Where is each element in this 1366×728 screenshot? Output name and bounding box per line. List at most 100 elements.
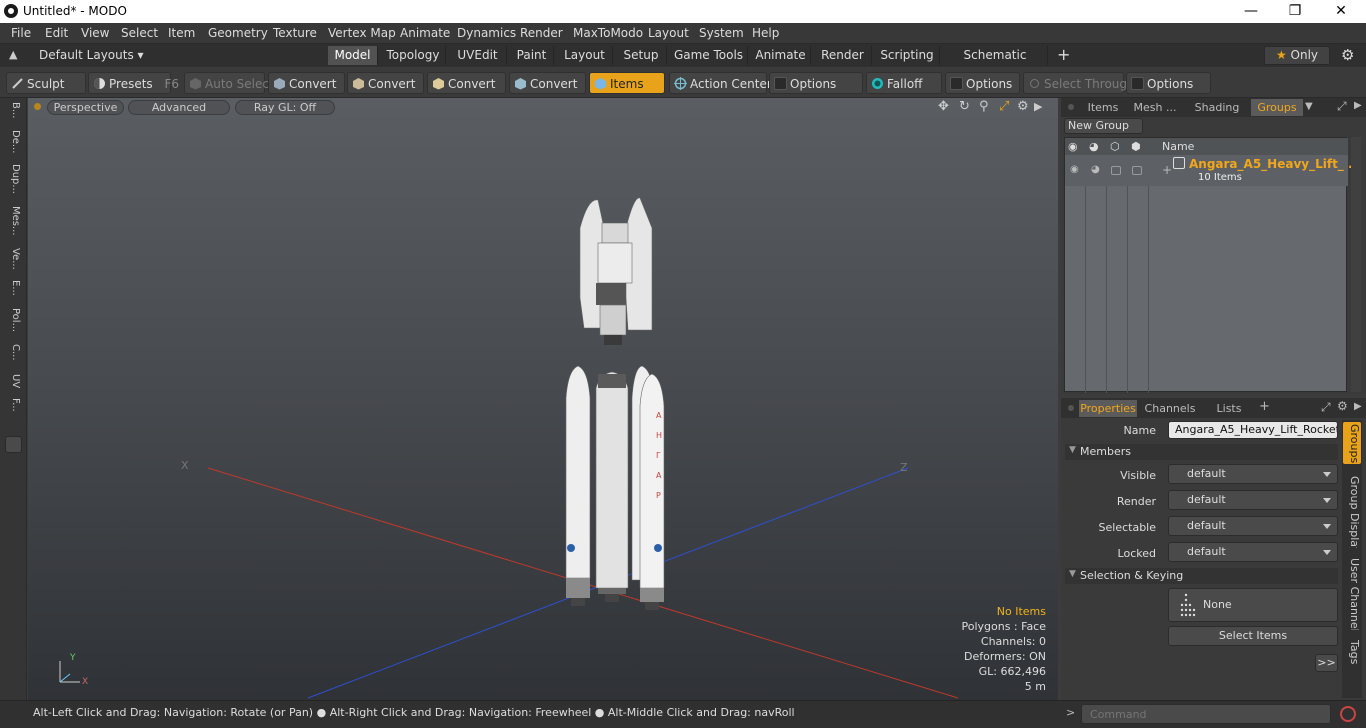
select-through-button[interactable]: Select Through xyxy=(1023,72,1135,94)
tab-uvedit[interactable]: UVEdit xyxy=(449,46,507,65)
menu-item[interactable]: Item xyxy=(168,26,195,40)
name-field[interactable]: Angara_A5_Heavy_Lift_Rocket_ xyxy=(1168,421,1338,439)
expand-panel-icon[interactable]: ⤢ xyxy=(1337,99,1347,114)
command-input[interactable] xyxy=(1081,704,1331,724)
tab-edge[interactable]: E... xyxy=(5,280,21,304)
side-tab-user-channels[interactable]: User Channels xyxy=(1345,558,1361,630)
properties-gear-icon[interactable]: ⚙ xyxy=(1337,399,1348,413)
convert-button-2[interactable]: Convert xyxy=(347,72,424,94)
menu-texture[interactable]: Texture xyxy=(273,26,317,40)
tab-dropdown-icon[interactable]: ▼ xyxy=(1305,101,1313,112)
visible-dropdown[interactable]: default xyxy=(1168,464,1338,484)
record-icon[interactable] xyxy=(1340,706,1356,722)
auto-select-button[interactable]: Auto Select xyxy=(184,72,274,94)
tab-render[interactable]: Render xyxy=(814,46,872,65)
panel-menu-icon[interactable]: ▶ xyxy=(1354,401,1362,412)
side-tab-tags[interactable]: Tags xyxy=(1345,640,1361,670)
options-button-3[interactable]: Options xyxy=(1126,72,1211,94)
tab-properties[interactable]: Properties xyxy=(1079,400,1137,417)
menu-maxtomodo[interactable]: MaxToModo xyxy=(573,26,643,40)
action-center-button[interactable]: Action Center xyxy=(669,72,772,94)
more-button[interactable]: >> xyxy=(1315,654,1338,672)
expand-plus-icon[interactable]: + xyxy=(1162,163,1172,177)
minimize-button[interactable]: — xyxy=(1228,0,1274,23)
name-column-header[interactable]: Name xyxy=(1162,140,1194,153)
tab-paint[interactable]: Paint xyxy=(510,46,554,65)
selection-keying-header[interactable]: ▼ Selection & Keying xyxy=(1065,568,1338,584)
expand-panel-icon[interactable]: ⤢ xyxy=(1321,400,1331,415)
select-items-button[interactable]: Select Items xyxy=(1168,626,1338,646)
tab-topology[interactable]: Topology xyxy=(381,46,446,65)
panel-menu-icon[interactable]: ▶ xyxy=(1354,100,1362,111)
menu-layout[interactable]: Layout xyxy=(648,26,689,40)
gear-icon[interactable]: ⚙ xyxy=(1341,46,1354,64)
tab-curve[interactable]: C... xyxy=(5,344,21,368)
side-tab-groups[interactable]: Groups xyxy=(1345,424,1361,464)
side-tab-group-display[interactable]: Group Display xyxy=(1345,476,1361,548)
add-layout-icon[interactable]: + xyxy=(1057,45,1070,64)
selectable-dropdown[interactable]: default xyxy=(1168,516,1338,536)
convert-button-3[interactable]: Convert xyxy=(427,72,506,94)
tab-mesh-edit[interactable]: Mes... xyxy=(5,206,21,242)
menu-animate[interactable]: Animate xyxy=(400,26,450,40)
tab-schematic-fusion[interactable]: Schematic Fusion xyxy=(943,46,1048,81)
tab-channels[interactable]: Channels xyxy=(1141,400,1199,417)
group-name[interactable]: Angara_A5_Heavy_Lift_ ... xyxy=(1189,157,1362,171)
close-button[interactable]: ✕ xyxy=(1318,0,1364,23)
groups-list[interactable]: ◉ ◕ ⬡ ⬢ Name ◉ ◕ + Angara_A5_Heavy_Lift_… xyxy=(1064,137,1362,393)
tab-animate[interactable]: Animate xyxy=(751,46,811,65)
menu-edit[interactable]: Edit xyxy=(45,26,68,40)
convert-button-4[interactable]: Convert xyxy=(509,72,586,94)
visibility-eye-icon[interactable]: ◉ xyxy=(1068,140,1078,153)
tab-duplicate[interactable]: Dup... xyxy=(5,164,21,198)
tab-game-tools[interactable]: Game Tools xyxy=(670,46,748,65)
tab-vertex[interactable]: Ve... xyxy=(5,248,21,274)
row-lock-checkbox[interactable] xyxy=(1111,166,1121,175)
strip-toggle-button[interactable] xyxy=(5,436,22,453)
menu-dynamics[interactable]: Dynamics xyxy=(457,26,516,40)
none-selection-button[interactable]: None xyxy=(1168,588,1338,622)
menu-render[interactable]: Render xyxy=(520,26,563,40)
sculpt-button[interactable]: Sculpt xyxy=(6,72,86,94)
tab-scripting[interactable]: Scripting xyxy=(875,46,940,65)
tab-shading[interactable]: Shading xyxy=(1185,99,1249,116)
menu-file[interactable]: File xyxy=(11,26,31,40)
tab-uv[interactable]: UV xyxy=(5,374,21,394)
presets-button[interactable]: Presets F6 xyxy=(88,72,179,94)
menu-system[interactable]: System xyxy=(699,26,744,40)
row-eye-icon[interactable]: ◉ xyxy=(1070,164,1079,175)
locked-dropdown[interactable]: default xyxy=(1168,542,1338,562)
tab-layout[interactable]: Layout xyxy=(557,46,613,65)
tab-groups[interactable]: Groups xyxy=(1251,99,1303,116)
render-dropdown[interactable]: default xyxy=(1168,490,1338,510)
tab-setup[interactable]: Setup xyxy=(616,46,667,65)
lock-cube-icon[interactable]: ⬡ xyxy=(1110,140,1120,153)
tab-lists[interactable]: Lists xyxy=(1204,400,1254,417)
menu-vertex-map[interactable]: Vertex Map xyxy=(328,26,396,40)
default-layouts-dropdown[interactable]: Default Layouts ▾ xyxy=(39,48,144,62)
render-icon[interactable]: ◕ xyxy=(1089,140,1099,153)
tab-model[interactable]: Model xyxy=(328,46,378,65)
row-render-icon[interactable]: ◕ xyxy=(1091,164,1100,175)
add-tab-icon[interactable]: + xyxy=(1259,399,1270,414)
only-toggle[interactable]: ★ Only xyxy=(1264,46,1330,65)
tab-fusion[interactable]: F... xyxy=(5,398,21,422)
options-button-2[interactable]: Options xyxy=(945,72,1020,94)
select-cube-icon[interactable]: ⬢ xyxy=(1131,140,1141,153)
tab-items[interactable]: Items xyxy=(1081,99,1125,116)
new-group-button[interactable]: New Group xyxy=(1064,118,1143,134)
groups-scrollbar[interactable] xyxy=(1351,137,1361,392)
tab-basic[interactable]: B... xyxy=(5,102,21,126)
menu-geometry[interactable]: Geometry xyxy=(208,26,268,40)
menu-select[interactable]: Select xyxy=(121,26,158,40)
menu-help[interactable]: Help xyxy=(752,26,779,40)
row-select-checkbox[interactable] xyxy=(1132,166,1142,175)
3d-viewport[interactable]: Perspective Advanced Ray GL: Off ✥ ↻ ⚲ ⤢… xyxy=(28,98,1058,700)
items-button[interactable]: Items xyxy=(589,72,665,94)
tab-mesh[interactable]: Mesh ... xyxy=(1127,99,1183,116)
tab-deform[interactable]: De... xyxy=(5,130,21,156)
maximize-button[interactable]: ❐ xyxy=(1272,0,1318,23)
members-section-header[interactable]: ▼ Members xyxy=(1065,444,1338,460)
menu-view[interactable]: View xyxy=(81,26,109,40)
tab-polygon[interactable]: Pol... xyxy=(5,308,21,340)
